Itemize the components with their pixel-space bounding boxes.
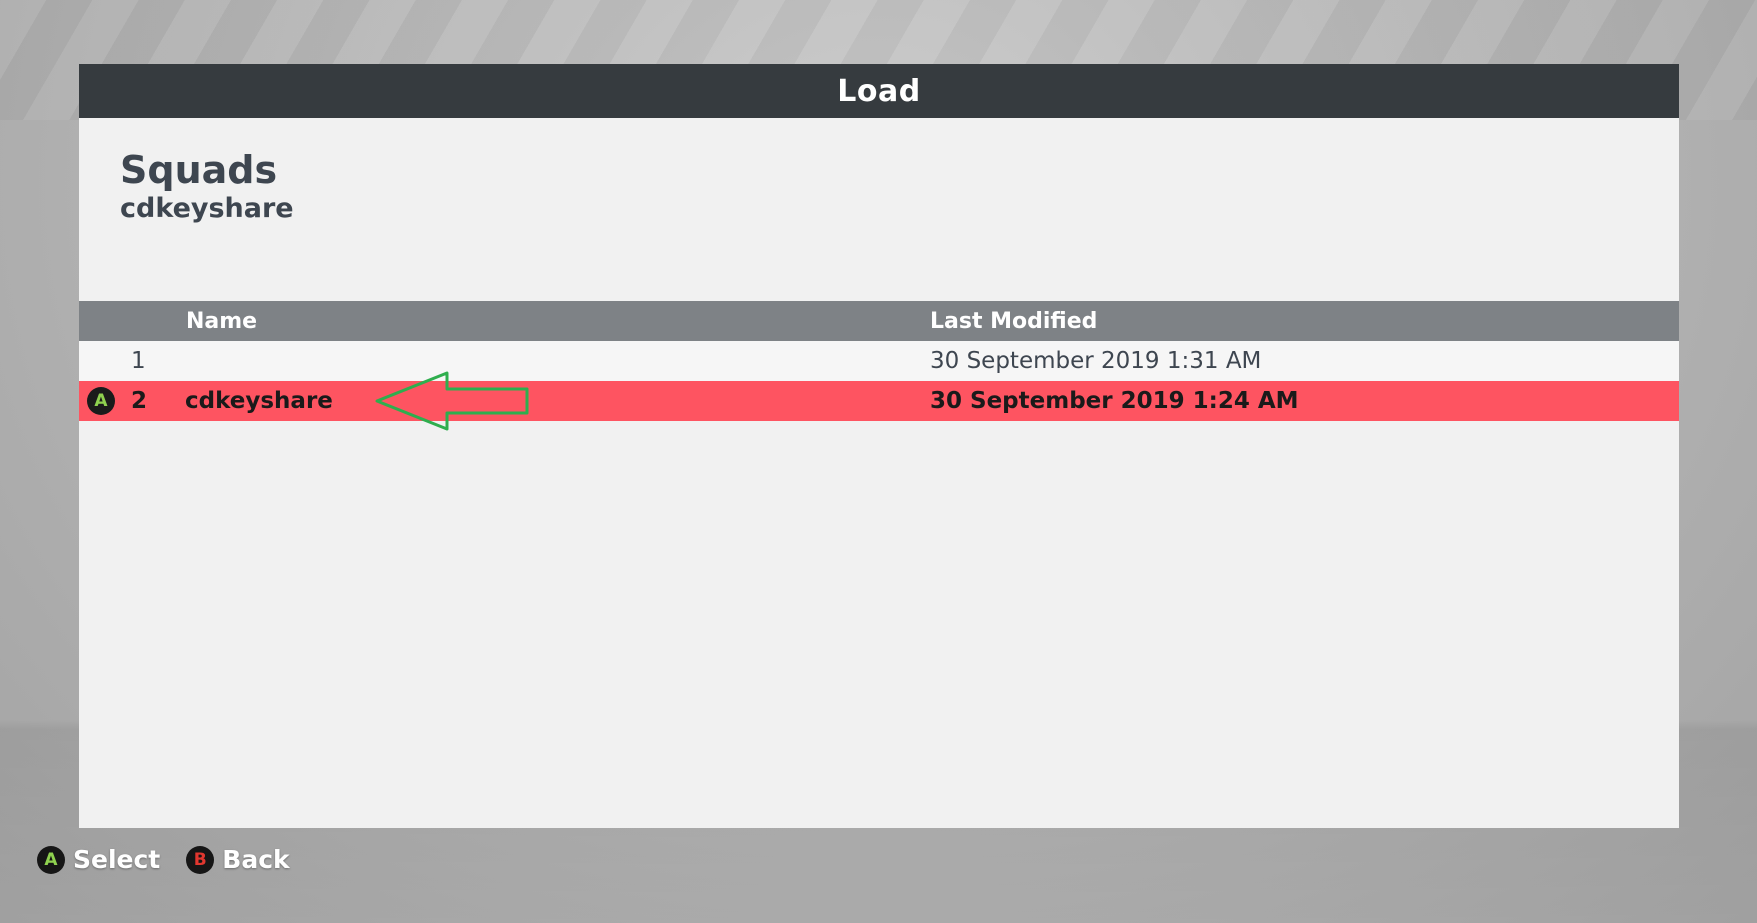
table-header: Name Last Modified bbox=[79, 301, 1679, 341]
table-row-selected[interactable]: A 2 cdkeyshare 30 September 2019 1:24 AM bbox=[79, 371, 1679, 431]
column-header-last-modified: Last Modified bbox=[930, 308, 1098, 334]
dialog-header: Load bbox=[79, 64, 1679, 118]
select-label: Select bbox=[73, 845, 161, 874]
b-button-icon: B bbox=[186, 845, 215, 874]
section-subtitle: cdkeyshare bbox=[120, 193, 294, 224]
table-row[interactable]: 1 30 September 2019 1:31 AM bbox=[79, 341, 1679, 381]
row-last-modified: 30 September 2019 1:31 AM bbox=[930, 348, 1262, 374]
a-button-icon: A bbox=[37, 845, 65, 874]
section-title: Squads bbox=[120, 148, 278, 192]
row-last-modified: 30 September 2019 1:24 AM bbox=[930, 388, 1299, 414]
section-heading: Squads cdkeyshare bbox=[120, 148, 294, 226]
dialog-title: Load bbox=[837, 73, 921, 109]
load-dialog: Load Squads cdkeyshare Name Last Modifie… bbox=[79, 64, 1679, 828]
back-hint[interactable]: B Back bbox=[186, 845, 290, 874]
select-hint[interactable]: A Select bbox=[37, 845, 160, 874]
button-hints: A Select B Back bbox=[37, 845, 316, 874]
a-button-icon: A bbox=[87, 387, 115, 415]
column-header-name: Name bbox=[186, 308, 258, 334]
row-name: cdkeyshare bbox=[185, 388, 333, 414]
back-label: Back bbox=[222, 845, 290, 874]
row-number: 2 bbox=[131, 388, 148, 414]
row-number: 1 bbox=[131, 348, 146, 374]
